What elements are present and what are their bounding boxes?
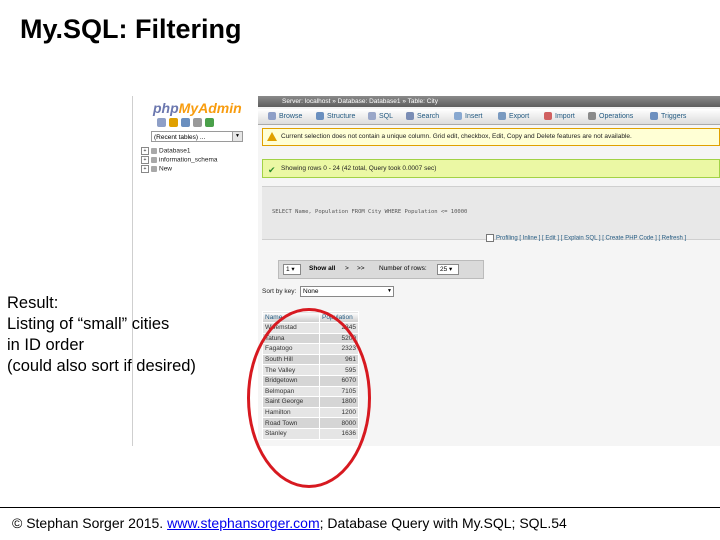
tab-label: Export [509, 113, 530, 120]
tab-label: Triggers [661, 113, 687, 120]
logo-myadmin: MyAdmin [178, 100, 242, 116]
tab-search[interactable]: Search [406, 109, 439, 124]
home-icon[interactable] [157, 118, 166, 127]
sql-icon [368, 112, 376, 121]
rows-input[interactable]: 25 ▾ [437, 264, 459, 275]
rows-value: 25 [440, 266, 448, 273]
menu-tabs: Browse Structure SQL Search Insert Expor… [258, 109, 720, 125]
refresh-link[interactable]: [ Refresh ] [658, 236, 686, 242]
sort-key-select[interactable]: None ▼ [300, 286, 394, 297]
explain-sql-link[interactable]: [ Explain SQL ] [561, 236, 601, 242]
recent-tables-select[interactable]: (Recent tables) ... ▼ [151, 131, 243, 142]
phpmyadmin-logo[interactable]: phpMyAdmin [153, 100, 242, 116]
insert-icon [454, 112, 462, 121]
operations-icon [588, 112, 596, 121]
sort-label: Sort by key: [262, 288, 297, 295]
check-icon: ✔ [268, 165, 276, 175]
pma-sidebar: phpMyAdmin (Recent tables) ... ▼ + Databas… [132, 96, 257, 446]
page-value: 1 [286, 266, 290, 273]
footer-divider [0, 507, 720, 508]
tab-label: Operations [599, 113, 634, 120]
search-icon [406, 112, 414, 121]
last-page-button[interactable]: >> [357, 265, 365, 272]
chevron-down-icon: ▼ [232, 132, 242, 141]
chevron-down-icon: ▼ [387, 288, 392, 294]
tab-export[interactable]: Export [498, 109, 529, 124]
breadcrumb[interactable]: Server: localhost » Database: Database1 … [258, 96, 720, 107]
edit-link[interactable]: [ Edit ] [542, 236, 559, 242]
tree-item-new[interactable]: + New [141, 165, 172, 173]
tab-operations[interactable]: Operations [588, 109, 633, 124]
tab-browse[interactable]: Browse [268, 109, 302, 124]
create-php-link[interactable]: [ Create PHP Code ] [602, 236, 657, 242]
success-text: Showing rows 0 - 24 (42 total, Query too… [281, 165, 437, 172]
result-note: Result: Listing of “small” cities in ID … [7, 293, 196, 377]
tab-structure[interactable]: Structure [316, 109, 355, 124]
notice-message: Current selection does not contain a uni… [262, 128, 720, 146]
tab-insert[interactable]: Insert [454, 109, 483, 124]
warning-icon [267, 132, 277, 141]
tree-label: Database1 [159, 147, 191, 155]
database-icon [151, 166, 157, 172]
docs-icon[interactable] [181, 118, 190, 127]
tree-label: New [159, 165, 173, 173]
success-message: ✔ Showing rows 0 - 24 (42 total, Query to… [262, 159, 720, 178]
tab-label: SQL [379, 113, 394, 120]
triggers-icon [650, 112, 658, 121]
logo-php: php [153, 100, 179, 116]
tree-label: information_schema [159, 156, 218, 164]
tab-triggers[interactable]: Triggers [650, 109, 686, 124]
tab-import[interactable]: Import [544, 109, 575, 124]
tab-label: Structure [327, 113, 356, 120]
sql-links: Profiling [ Inline ] [ Edit ] [ Explain … [486, 234, 686, 242]
note-line: (could also sort if desired) [7, 357, 196, 375]
sql-query-box: SELECT Name, Population FROM City WHERE … [262, 186, 720, 240]
note-line: in ID order [7, 336, 85, 354]
page-select[interactable]: 1 ▾ [283, 264, 301, 275]
logout-icon[interactable] [169, 118, 178, 127]
next-page-button[interactable]: > [345, 265, 349, 272]
import-icon [544, 112, 552, 121]
rows-label: Number of rows: [379, 265, 427, 272]
show-all-button[interactable]: Show all [309, 265, 335, 272]
recent-tables-value: (Recent tables) ... [154, 134, 206, 141]
navigation-bar: 1 ▾ Show all > >> Number of rows: 25 ▾ [278, 260, 484, 279]
inline-link[interactable]: [ Inline ] [519, 236, 540, 242]
expand-icon[interactable]: + [141, 147, 149, 155]
tab-sql[interactable]: SQL [368, 109, 393, 124]
tab-label: Browse [279, 113, 303, 120]
sql-query-text: SELECT Name, Population FROM City WHERE … [272, 209, 468, 215]
expand-icon[interactable]: + [141, 165, 149, 173]
note-line: Listing of “small” cities [7, 315, 170, 333]
footer-suffix: ; Database Query with My.SQL; SQL.54 [319, 515, 567, 531]
tree-item-information-schema[interactable]: + information_schema [141, 156, 218, 164]
note-line: Result: [7, 294, 59, 312]
export-icon [498, 112, 506, 121]
footer-prefix: © Stephan Sorger 2015. [12, 515, 168, 531]
notice-text: Current selection does not contain a uni… [281, 133, 632, 140]
database-icon [151, 148, 157, 154]
highlight-oval [247, 308, 371, 488]
reload-icon[interactable] [205, 118, 214, 127]
footer: © Stephan Sorger 2015. www.stephansorger… [12, 515, 567, 531]
expand-icon[interactable]: + [141, 156, 149, 164]
tab-label: Import [555, 113, 575, 120]
profiling-label[interactable]: Profiling [496, 236, 518, 242]
footer-link[interactable]: www.stephansorger.com [167, 515, 320, 531]
tab-label: Insert [465, 113, 483, 120]
settings-icon[interactable] [193, 118, 202, 127]
database-icon [151, 157, 157, 163]
profiling-checkbox[interactable] [486, 234, 494, 242]
sort-value: None [303, 288, 319, 295]
tree-item-database1[interactable]: + Database1 [141, 147, 190, 155]
structure-icon [316, 112, 324, 121]
sidebar-toolbar [157, 118, 247, 128]
slide-title: My.SQL: Filtering [20, 14, 242, 44]
browse-icon [268, 112, 276, 121]
tab-label: Search [417, 113, 440, 120]
